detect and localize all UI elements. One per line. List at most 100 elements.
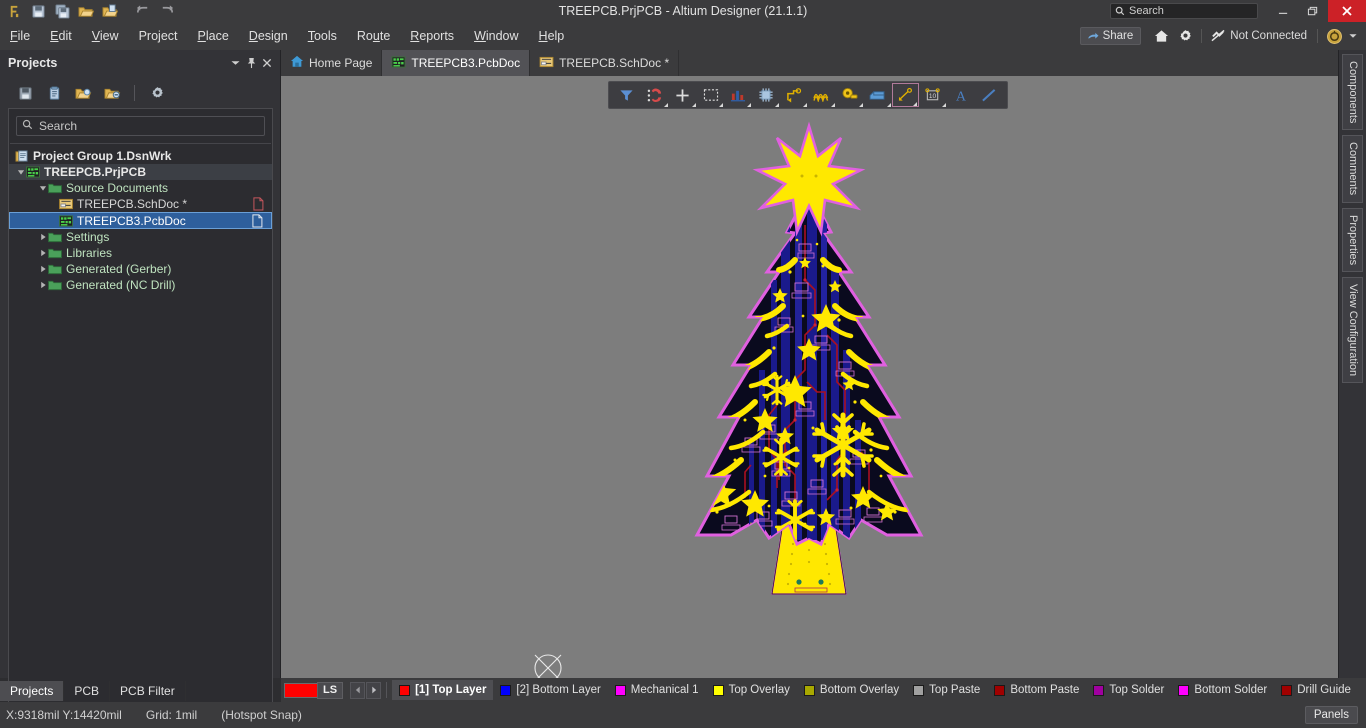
layer-set-button[interactable]: LS [317, 681, 344, 699]
component-place-icon[interactable] [724, 83, 752, 107]
selection-box-icon[interactable] [697, 83, 725, 107]
save-icon[interactable] [27, 1, 49, 21]
panel-tab-comments[interactable]: Comments [1342, 135, 1363, 203]
differential-pair-icon[interactable] [808, 83, 836, 107]
chevron-down-icon[interactable] [228, 55, 242, 71]
layer-tab-bottom-overlay[interactable]: Bottom Overlay [797, 680, 906, 700]
filter-icon[interactable] [613, 83, 641, 107]
layer-tab-top-paste[interactable]: Top Paste [906, 680, 987, 700]
layer-scroll-right-button[interactable] [366, 681, 382, 699]
expander-collapsed-icon[interactable] [37, 249, 48, 257]
menu-file[interactable]: File [0, 22, 40, 50]
route-track-icon[interactable] [780, 83, 808, 107]
layer-tab-top-layer[interactable]: [1] Top Layer [392, 680, 494, 700]
menu-place[interactable]: Place [188, 22, 239, 50]
menu-design[interactable]: Design [239, 22, 298, 50]
menu-edit[interactable]: Edit [40, 22, 82, 50]
menu-window[interactable]: Window [464, 22, 528, 50]
menu-help[interactable]: Help [529, 22, 575, 50]
redo-icon[interactable] [156, 1, 178, 21]
tab-treepcb3-pcbdoc[interactable]: TREEPCB3.PcbDoc [382, 50, 531, 76]
panels-button[interactable]: Panels [1304, 706, 1358, 724]
tab-treepcb-schdoc[interactable]: TREEPCB.SchDoc * [530, 50, 680, 76]
not-connected-icon[interactable] [1206, 25, 1230, 47]
menu-view[interactable]: View [82, 22, 129, 50]
dropdown-corner-icon[interactable] [830, 103, 835, 107]
menu-tools[interactable]: Tools [298, 22, 347, 50]
tree-item-generated-gerber[interactable]: Generated (Gerber) [9, 261, 272, 277]
layer-set-color-swatch[interactable] [284, 682, 318, 698]
global-search-box[interactable]: Search [1110, 3, 1258, 19]
layer-tab-top-overlay[interactable]: Top Overlay [706, 680, 797, 700]
layer-tab-drill-guide[interactable]: Drill Guide [1274, 680, 1358, 700]
close-button[interactable] [1328, 0, 1366, 22]
tree-item-treepcb3-pcbdoc[interactable]: TREEPCB3.PcbDoc [9, 212, 272, 229]
gear-icon[interactable] [1173, 25, 1197, 47]
menu-reports[interactable]: Reports [400, 22, 464, 50]
dimension-icon[interactable] [891, 83, 920, 107]
altium-logo-icon[interactable] [3, 1, 25, 21]
layer-tab-bottom-paste[interactable]: Bottom Paste [987, 680, 1086, 700]
expander-expanded-icon[interactable] [15, 168, 26, 176]
dropdown-corner-icon[interactable] [775, 103, 780, 107]
layer-tab-bottom-layer[interactable]: [2] Bottom Layer [493, 680, 607, 700]
expander-collapsed-icon[interactable] [37, 265, 48, 273]
save-project-icon[interactable] [14, 82, 36, 104]
compile-project-icon[interactable] [43, 82, 65, 104]
tab-home-page[interactable]: Home Page [281, 50, 383, 76]
close-project-icon[interactable] [101, 82, 123, 104]
project-search-input[interactable]: Search [16, 116, 265, 136]
home-icon[interactable] [1149, 25, 1173, 47]
panel-tab-view-configuration[interactable]: View Configuration [1342, 276, 1363, 383]
panel-tab-components[interactable]: Components [1342, 54, 1363, 131]
magnet-snap-icon[interactable] [641, 83, 669, 107]
maximize-restore-button[interactable] [1298, 0, 1328, 22]
open-project-icon[interactable] [99, 1, 121, 21]
project-options-icon[interactable] [146, 82, 168, 104]
line-icon[interactable] [975, 83, 1003, 107]
dropdown-corner-icon[interactable] [663, 103, 668, 107]
dropdown-corner-icon[interactable] [747, 103, 752, 107]
text-icon[interactable]: A [947, 83, 975, 107]
tree-item-settings[interactable]: Settings [9, 229, 272, 245]
save-all-icon[interactable] [51, 1, 73, 21]
dropdown-corner-icon[interactable] [803, 103, 808, 107]
expander-collapsed-icon[interactable] [37, 233, 48, 241]
dropdown-corner-icon[interactable] [913, 102, 918, 106]
layer-tab-mechanical-1[interactable]: Mechanical 1 [608, 680, 706, 700]
open-project-icon[interactable] [72, 82, 94, 104]
dropdown-corner-icon[interactable] [886, 103, 891, 107]
account-icon[interactable] [1322, 25, 1346, 47]
tree-item-treepcb-prjpcb[interactable]: TREEPCB.PrjPCB [9, 164, 272, 180]
account-dropdown-icon[interactable] [1346, 25, 1360, 47]
menu-route[interactable]: Route [347, 22, 400, 50]
bottom-tab-projects[interactable]: Projects [0, 681, 65, 701]
polygon-pour-icon[interactable] [864, 83, 892, 107]
dropdown-corner-icon[interactable] [942, 103, 947, 107]
bottom-tab-pcb-filter[interactable]: PCB Filter [110, 681, 186, 701]
minimize-button[interactable] [1268, 0, 1298, 22]
expander-expanded-icon[interactable] [37, 184, 48, 192]
tree-item-treepcb-schdoc[interactable]: TREEPCB.SchDoc * [9, 196, 272, 212]
tree-item-libraries[interactable]: Libraries [9, 245, 272, 261]
tree-item-source-documents[interactable]: Source Documents [9, 180, 272, 196]
measure-icon[interactable]: 10 [919, 83, 947, 107]
panel-tab-properties[interactable]: Properties [1342, 207, 1363, 272]
via-pad-icon[interactable] [836, 83, 864, 107]
dropdown-corner-icon[interactable] [691, 103, 696, 107]
menu-project[interactable]: Project [129, 22, 188, 50]
expander-collapsed-icon[interactable] [37, 281, 48, 289]
ic-icon[interactable] [752, 83, 780, 107]
share-button[interactable]: Share [1079, 27, 1142, 45]
pin-icon[interactable] [244, 55, 258, 71]
dropdown-corner-icon[interactable] [719, 103, 724, 107]
layer-tab-top-solder[interactable]: Top Solder [1086, 680, 1171, 700]
close-icon[interactable] [260, 55, 274, 71]
tree-item-generated-nc-drill[interactable]: Generated (NC Drill) [9, 277, 272, 293]
bottom-tab-pcb[interactable]: PCB [64, 681, 111, 701]
crosshair-icon[interactable] [669, 83, 697, 107]
tree-item-project-group[interactable]: Project Group 1.DsnWrk [9, 148, 272, 164]
undo-icon[interactable] [132, 1, 154, 21]
layer-scroll-left-button[interactable] [350, 681, 366, 699]
open-icon[interactable] [75, 1, 97, 21]
